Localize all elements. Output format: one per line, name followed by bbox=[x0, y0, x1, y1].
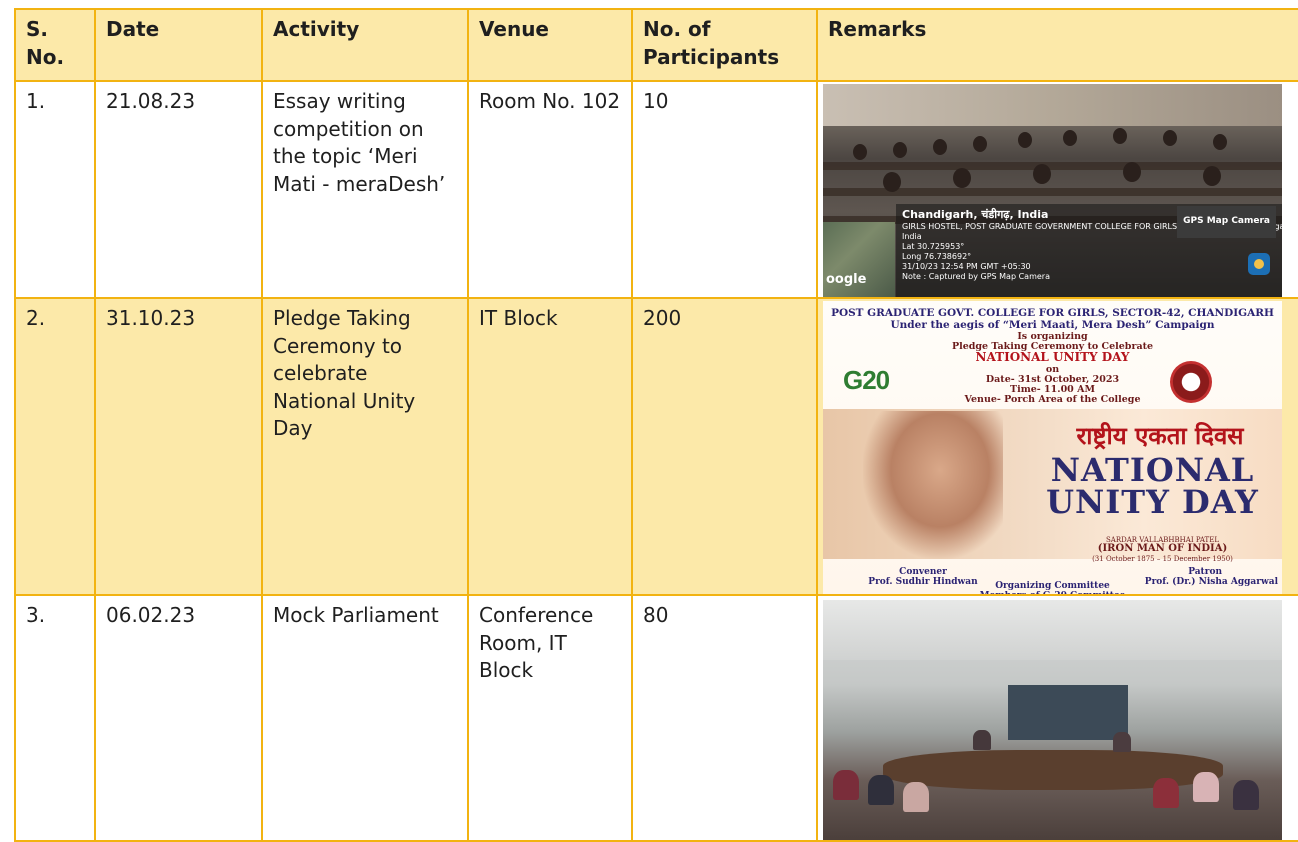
mock-parliament-photo bbox=[823, 600, 1282, 839]
cell-venue: Conference Room, IT Block bbox=[467, 594, 633, 842]
poster-venue: Venue- Porch Area of the College bbox=[964, 394, 1141, 405]
national-unity-day-poster: POST GRADUATE GOVT. COLLEGE FOR GIRLS, S… bbox=[823, 301, 1282, 593]
header-venue: Venue bbox=[467, 8, 633, 82]
poster-hindi-title: राष्ट्रीय एकता दिवस bbox=[1076, 422, 1244, 450]
participant bbox=[903, 782, 929, 812]
header-participants: No. of Participants bbox=[631, 8, 818, 82]
participant bbox=[1153, 778, 1179, 808]
cell-activity: Pledge Taking Ceremony to celebrate Nati… bbox=[261, 297, 469, 596]
cell-venue: IT Block bbox=[467, 297, 633, 596]
cell-sno: 2. bbox=[14, 297, 96, 596]
gps-datetime: 31/10/23 12:54 PM GMT +05:30 bbox=[902, 262, 1031, 271]
cell-activity: Essay writing competition on the topic ‘… bbox=[261, 80, 469, 299]
student bbox=[953, 168, 971, 188]
student bbox=[883, 172, 901, 192]
cell-venue: Room No. 102 bbox=[467, 80, 633, 299]
map-brand-text: oogle bbox=[826, 271, 867, 287]
header-activity: Activity bbox=[261, 8, 469, 82]
student bbox=[893, 142, 907, 158]
table-row: 2. 31.10.23 Pledge Taking Ceremony to ce… bbox=[14, 297, 1298, 596]
poster-aegis: Under the aegis of “Meri Maati, Mera Des… bbox=[890, 319, 1215, 331]
table-row: 3. 06.02.23 Mock Parliament Conference R… bbox=[14, 594, 1298, 842]
student bbox=[1018, 132, 1032, 148]
participant bbox=[868, 775, 894, 805]
essay-competition-photo: Chandigarh, चंडीगढ़, India GIRLS HOSTEL,… bbox=[823, 84, 1282, 296]
student bbox=[1033, 164, 1051, 184]
student bbox=[1203, 166, 1221, 186]
poster-event: NATIONAL UNITY DAY bbox=[975, 350, 1130, 364]
cell-date: 06.02.23 bbox=[94, 594, 263, 842]
participant bbox=[1233, 780, 1259, 810]
participant bbox=[833, 770, 859, 800]
gps-note: Note : Captured by GPS Map Camera bbox=[902, 272, 1050, 281]
college-emblem-icon bbox=[1170, 361, 1212, 403]
gps-long: Long 76.738692° bbox=[902, 252, 972, 261]
cell-sno: 3. bbox=[14, 594, 96, 842]
poster-title-line2: UNITY DAY bbox=[1046, 483, 1259, 521]
table-header-row: S. No. Date Activity Venue No. of Partic… bbox=[14, 8, 1298, 82]
participant bbox=[973, 730, 991, 750]
student bbox=[1113, 128, 1127, 144]
activities-table: S. No. Date Activity Venue No. of Partic… bbox=[14, 8, 1298, 842]
table-row: 1. 21.08.23 Essay writing competition on… bbox=[14, 80, 1298, 299]
camera-app-icon bbox=[1248, 253, 1270, 275]
cell-remarks bbox=[816, 594, 1298, 842]
projection-screen bbox=[1008, 685, 1128, 740]
student bbox=[853, 144, 867, 160]
cell-participants: 80 bbox=[631, 594, 818, 842]
student bbox=[1213, 134, 1227, 150]
student bbox=[1123, 162, 1141, 182]
header-remarks: Remarks bbox=[816, 8, 1298, 82]
header-sno: S. No. bbox=[14, 8, 96, 82]
classroom-wall bbox=[823, 84, 1282, 126]
student bbox=[973, 136, 987, 152]
participant bbox=[1113, 732, 1131, 752]
gps-lat: Lat 30.725953° bbox=[902, 242, 965, 251]
poster-title-line1: NATIONAL bbox=[1050, 451, 1255, 489]
cell-remarks: Chandigarh, चंडीगढ़, India GIRLS HOSTEL,… bbox=[816, 80, 1298, 299]
cell-remarks: POST GRADUATE GOVT. COLLEGE FOR GIRLS, S… bbox=[816, 297, 1298, 596]
cell-date: 31.10.23 bbox=[94, 297, 263, 596]
room-ceiling bbox=[823, 600, 1282, 660]
sardar-patel-portrait bbox=[863, 411, 1003, 559]
g20-logo: G20 bbox=[843, 365, 890, 395]
poster-committee-name: Members of G-20 Committee bbox=[823, 583, 1282, 593]
cell-date: 21.08.23 bbox=[94, 80, 263, 299]
header-date: Date bbox=[94, 8, 263, 82]
poster-college: POST GRADUATE GOVT. COLLEGE FOR GIRLS, S… bbox=[831, 307, 1274, 319]
cell-sno: 1. bbox=[14, 80, 96, 299]
student bbox=[1163, 130, 1177, 146]
cell-activity: Mock Parliament bbox=[261, 594, 469, 842]
cell-participants: 10 bbox=[631, 80, 818, 299]
student bbox=[933, 139, 947, 155]
cell-participants: 200 bbox=[631, 297, 818, 596]
student bbox=[1063, 130, 1077, 146]
gps-map-camera-badge: GPS Map Camera bbox=[1177, 206, 1276, 238]
participant bbox=[1193, 772, 1219, 802]
